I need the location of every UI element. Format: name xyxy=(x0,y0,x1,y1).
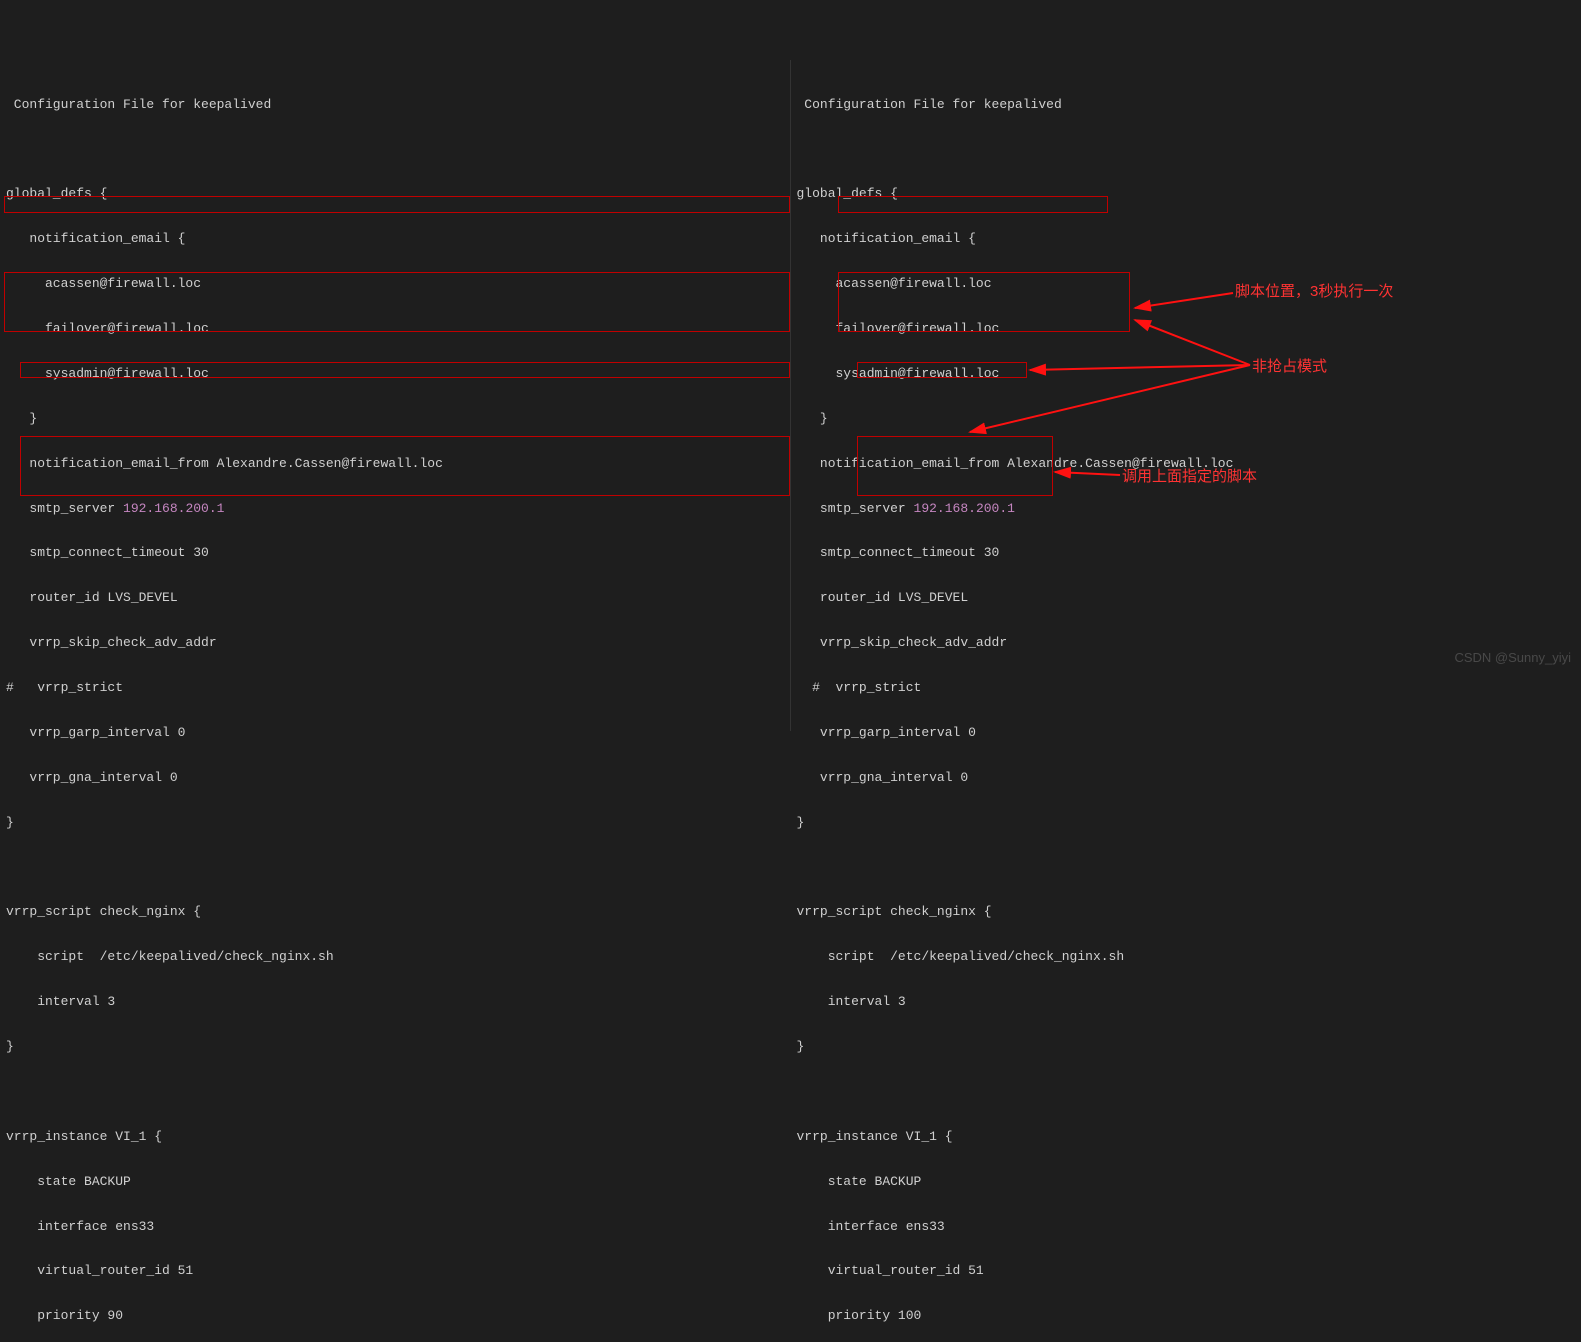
code-line: priority 100 xyxy=(797,1309,1576,1324)
code-line: notification_email_from Alexandre.Cassen… xyxy=(6,457,784,472)
left-pane[interactable]: Configuration File for keepalived global… xyxy=(0,60,791,731)
code-line: smtp_connect_timeout 30 xyxy=(6,546,784,561)
code-line: acassen@firewall.loc xyxy=(6,277,784,292)
code-line: vrrp_gna_interval 0 xyxy=(797,771,1576,786)
code-line: } xyxy=(797,1040,1576,1055)
code-line: state BACKUP xyxy=(797,1175,1576,1190)
code-line xyxy=(797,143,1576,158)
annotation-track: 调用上面指定的脚本 xyxy=(1122,468,1257,485)
code-line: vrrp_garp_interval 0 xyxy=(797,726,1576,741)
code-line: virtual_router_id 51 xyxy=(6,1264,784,1279)
code-line: interval 3 xyxy=(797,995,1576,1010)
code-line: # vrrp_strict xyxy=(797,681,1576,696)
code-line: vrrp_instance VI_1 { xyxy=(797,1130,1576,1145)
code-line: failover@firewall.loc xyxy=(6,322,784,337)
code-line: global_defs { xyxy=(6,187,784,202)
annotation-nopreempt: 非抢占模式 xyxy=(1252,358,1327,375)
code-line: Configuration File for keepalived xyxy=(797,98,1576,113)
code-line: smtp_connect_timeout 30 xyxy=(797,546,1576,561)
code-line: router_id LVS_DEVEL xyxy=(797,591,1576,606)
watermark: CSDN @Sunny_yiyi xyxy=(1454,651,1571,666)
code-line: vrrp_gna_interval 0 xyxy=(6,771,784,786)
code-line xyxy=(797,861,1576,876)
code-line: vrrp_garp_interval 0 xyxy=(6,726,784,741)
code-line: script /etc/keepalived/check_nginx.sh xyxy=(797,950,1576,965)
code-line: vrrp_instance VI_1 { xyxy=(6,1130,784,1145)
code-line: acassen@firewall.loc xyxy=(797,277,1576,292)
code-line: } xyxy=(6,816,784,831)
code-line: state BACKUP xyxy=(6,1175,784,1190)
code-line: vrrp_script check_nginx { xyxy=(797,905,1576,920)
code-line: notification_email { xyxy=(6,232,784,247)
code-line: vrrp_script check_nginx { xyxy=(6,905,784,920)
code-line: vrrp_skip_check_adv_addr xyxy=(797,636,1576,651)
code-line xyxy=(6,861,784,876)
code-line: script /etc/keepalived/check_nginx.sh xyxy=(6,950,784,965)
code-line: sysadmin@firewall.loc xyxy=(6,367,784,382)
code-line: sysadmin@firewall.loc xyxy=(797,367,1576,382)
right-pane[interactable]: Configuration File for keepalived global… xyxy=(791,60,1581,731)
code-line xyxy=(797,1085,1576,1100)
code-line: } xyxy=(6,1040,784,1055)
code-line: interface ens33 xyxy=(6,1220,784,1235)
code-line: } xyxy=(797,816,1576,831)
code-line: router_id LVS_DEVEL xyxy=(6,591,784,606)
code-line: vrrp_skip_check_adv_addr xyxy=(6,636,784,651)
annotation-script: 脚本位置，3秒执行一次 xyxy=(1235,283,1393,300)
code-line: Configuration File for keepalived xyxy=(6,98,784,113)
code-line: } xyxy=(6,412,784,427)
code-line: interval 3 xyxy=(6,995,784,1010)
editor-split: Configuration File for keepalived global… xyxy=(0,60,1581,731)
code-line: failover@firewall.loc xyxy=(797,322,1576,337)
code-line: priority 90 xyxy=(6,1309,784,1324)
code-line: interface ens33 xyxy=(797,1220,1576,1235)
code-line: smtp_server 192.168.200.1 xyxy=(6,502,784,517)
code-line: } xyxy=(797,412,1576,427)
code-line xyxy=(6,143,784,158)
code-line xyxy=(6,1085,784,1100)
code-line: # vrrp_strict xyxy=(6,681,784,696)
code-line: smtp_server 192.168.200.1 xyxy=(797,502,1576,517)
code-line: global_defs { xyxy=(797,187,1576,202)
code-line: virtual_router_id 51 xyxy=(797,1264,1576,1279)
code-line: notification_email { xyxy=(797,232,1576,247)
